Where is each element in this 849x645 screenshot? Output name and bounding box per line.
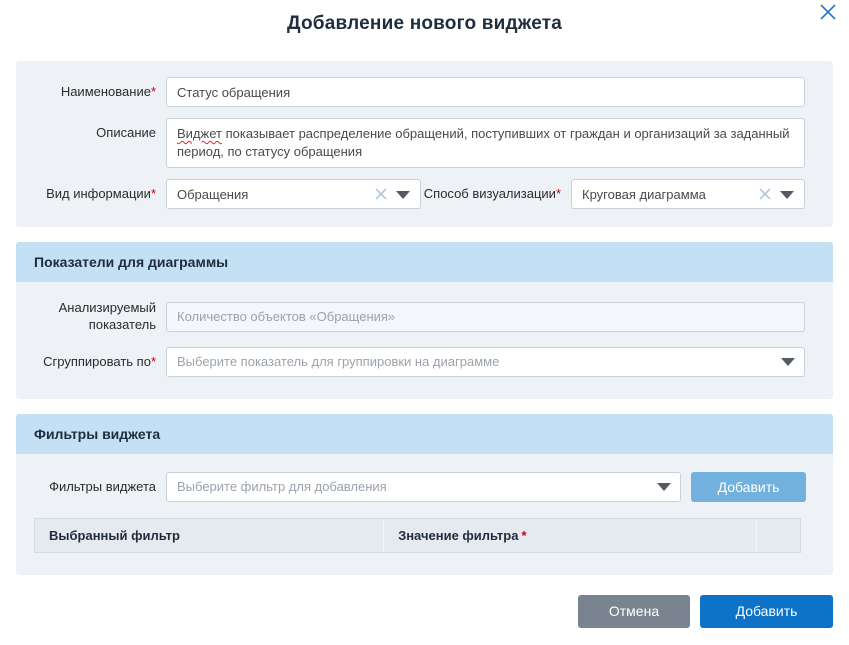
submit-button[interactable]: Добавить <box>700 595 833 628</box>
basic-info-panel: Наименование* Описание Виджет показывает… <box>16 61 833 227</box>
col-actions <box>756 519 800 552</box>
required-asterisk: * <box>556 186 561 201</box>
visualization-value: Круговая диаграмма <box>582 187 706 202</box>
indicators-section-title: Показатели для диаграммы <box>16 242 833 282</box>
filter-select-input[interactable] <box>166 472 681 502</box>
info-type-value: Обращения <box>177 187 248 202</box>
analyzed-indicator-label: Анализируемый показатель <box>16 300 166 333</box>
filters-section-title: Фильтры виджета <box>16 414 833 454</box>
dropdown-arrow-icon[interactable] <box>781 358 795 366</box>
indicators-panel: Показатели для диаграммы Анализируемый п… <box>16 242 833 399</box>
footer-actions: Отмена Добавить <box>16 595 833 628</box>
description-text: показывает распределение обращений, пост… <box>177 126 789 159</box>
required-asterisk: * <box>151 186 156 201</box>
group-by-label: Сгруппировать по* <box>16 354 166 370</box>
clear-icon[interactable] <box>374 187 388 201</box>
description-label: Описание <box>16 118 166 141</box>
close-icon[interactable] <box>819 3 837 21</box>
filters-panel: Фильтры виджета Фильтры виджета Добавить… <box>16 414 833 575</box>
required-asterisk: * <box>521 528 526 543</box>
col-selected-filter: Выбранный фильтр <box>35 519 383 552</box>
required-asterisk: * <box>151 354 156 369</box>
name-label: Наименование* <box>16 84 166 100</box>
visualization-select[interactable]: Круговая диаграмма <box>571 179 805 209</box>
description-textarea[interactable]: Виджет показывает распределение обращени… <box>166 118 805 168</box>
dialog-title: Добавление нового виджета <box>0 0 849 35</box>
analyzed-indicator-input <box>166 302 805 332</box>
required-asterisk: * <box>151 84 156 99</box>
info-type-label: Вид информации* <box>16 186 166 202</box>
filter-select-label: Фильтры виджета <box>16 479 166 495</box>
group-by-input[interactable] <box>166 347 805 377</box>
dropdown-arrow-icon[interactable] <box>780 191 794 199</box>
clear-icon[interactable] <box>758 187 772 201</box>
dropdown-arrow-icon[interactable] <box>396 191 410 199</box>
info-type-select[interactable]: Обращения <box>166 179 421 209</box>
add-filter-button[interactable]: Добавить <box>691 472 806 502</box>
dropdown-arrow-icon[interactable] <box>657 483 671 491</box>
misspelled-word: Виджет <box>177 126 222 141</box>
visualization-label: Способ визуализации* <box>421 186 571 202</box>
cancel-button[interactable]: Отмена <box>578 595 690 628</box>
name-input[interactable] <box>166 77 805 107</box>
filters-table-header: Выбранный фильтр Значение фильтра* <box>34 518 801 553</box>
col-filter-value: Значение фильтра* <box>383 519 756 552</box>
